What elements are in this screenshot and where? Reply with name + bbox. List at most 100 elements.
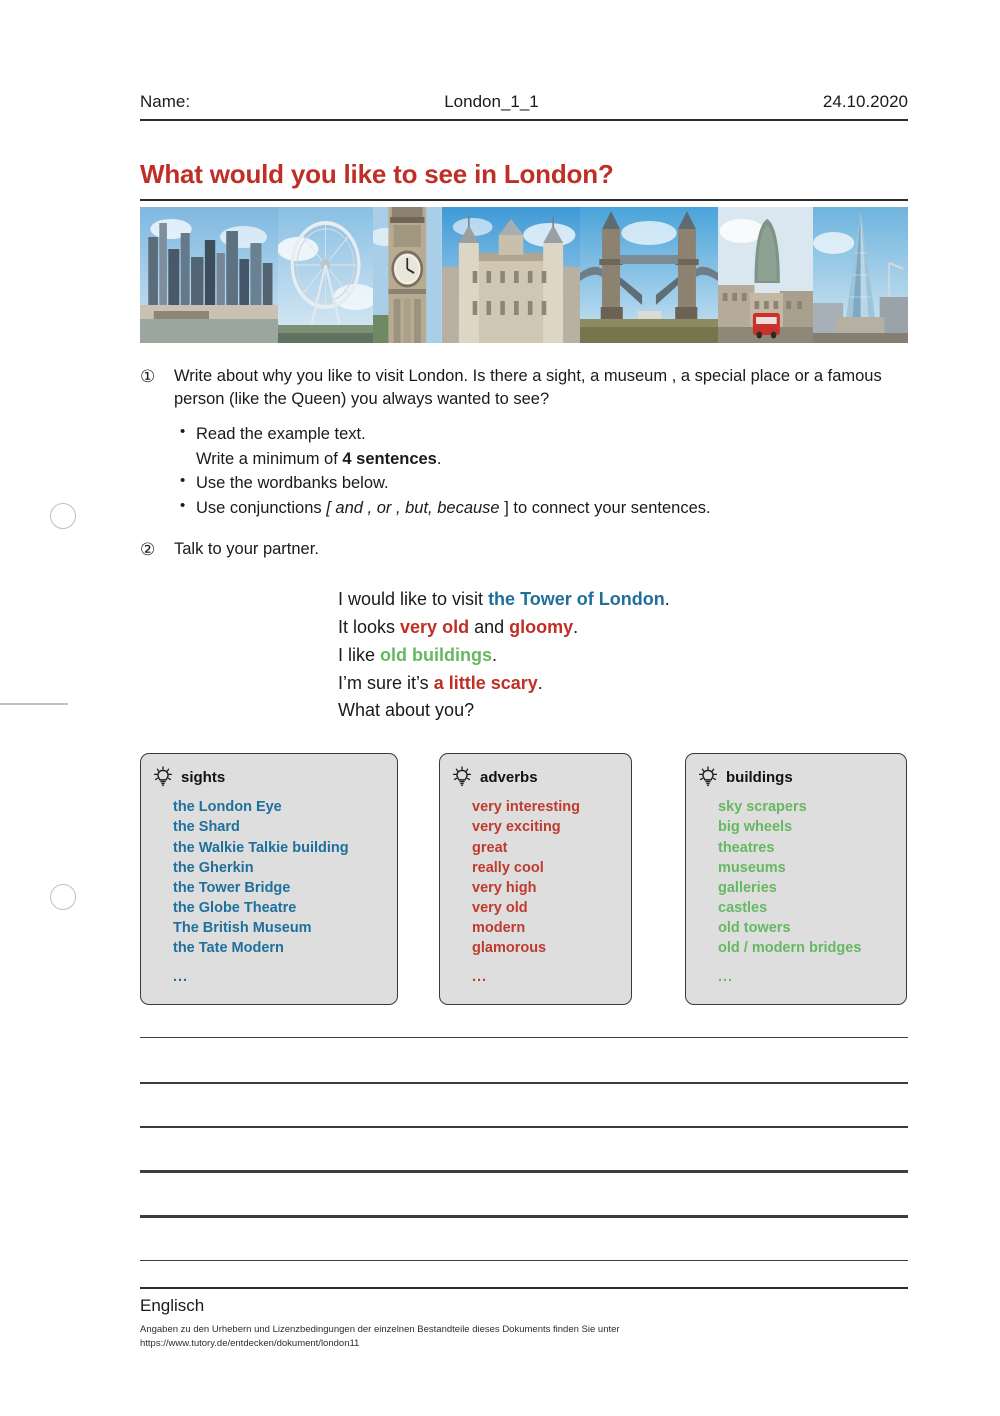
list-item: modern: [472, 920, 526, 937]
task-1-text: Write about why you like to visit London…: [174, 366, 882, 409]
wordbank-sights-list: the London Eye the Shard the Walkie Talk…: [153, 797, 383, 987]
task-1-bullets: Read the example text. Write a minimum o…: [174, 421, 908, 520]
punch-hole-bottom: [50, 884, 76, 910]
title-divider: [140, 199, 908, 201]
example-line-4: I’m sure it’s a little scary.: [338, 670, 908, 698]
example-l1-seg1: I would like to visit: [338, 588, 489, 609]
example-l3-building: old buildings: [380, 644, 492, 665]
wordbank-adverbs-header: adverbs: [452, 766, 617, 788]
example-l2-seg3: and: [469, 616, 510, 637]
wordbank-adverbs-list: very interesting very exciting great rea…: [452, 797, 617, 987]
header-divider: [140, 119, 908, 121]
lightbulb-icon: [452, 766, 472, 787]
task-2-number: ②: [140, 539, 156, 559]
document-id-label: London_1_1: [444, 92, 539, 111]
wordbank-buildings-title: buildings: [726, 768, 793, 786]
bullet-conjunctions-italic: [ and , or , but, because: [326, 498, 505, 517]
tower-bridge-photo: [579, 206, 718, 343]
list-item: the Walkie Talkie building: [173, 839, 349, 856]
list-item: very high: [472, 879, 537, 896]
list-item: glamorous: [472, 940, 547, 957]
list-item: very old: [472, 900, 528, 917]
bullet-use-wordbanks: Use the wordbanks below.: [174, 470, 908, 495]
london-eye-photo: [278, 206, 374, 343]
list-item: great: [472, 839, 508, 856]
example-l2-seg1: It looks: [338, 616, 401, 637]
example-l2-adverb2: gloomy: [509, 616, 574, 637]
task-list: ① Write about why you like to visit Lond…: [140, 365, 908, 562]
writing-lines-area[interactable]: [140, 1036, 908, 1262]
list-item: old towers: [718, 920, 791, 937]
wordbank-buildings: buildings sky scrapers big wheels theatr…: [685, 753, 907, 1005]
gherkin-photo: [717, 206, 813, 343]
example-text-block: I would like to visit the Tower of Londo…: [338, 586, 908, 725]
worksheet-footer: Englisch Angaben zu den Urhebern und Liz…: [140, 1287, 908, 1352]
bullet-min-sentences-prefix: Write a minimum of: [196, 449, 343, 468]
wordbank-group: sights the London Eye the Shard the Walk…: [140, 753, 908, 1005]
page-title: What would you like to see in London?: [140, 159, 614, 189]
footer-source-url[interactable]: https://www.tutory.de/entdecken/dokument…: [140, 1337, 908, 1351]
wordbank-buildings-header: buildings: [698, 766, 892, 788]
wordbank-sights-header: sights: [153, 766, 383, 788]
example-line-2: It looks very old and gloomy.: [338, 614, 908, 642]
lightbulb-icon: [698, 766, 718, 787]
example-l2-adverb1: very old: [400, 616, 470, 637]
bullet-min-sentences-bold: 4 sentences: [342, 449, 437, 468]
task-1-number: ①: [140, 366, 156, 386]
list-item: the Gherkin: [173, 859, 254, 876]
list-item-more: ...: [173, 969, 189, 986]
list-item: the Shard: [173, 819, 240, 836]
bullet-min-sentences-suffix: .: [436, 449, 442, 468]
list-item-more: ...: [472, 969, 488, 986]
bullet-use-wordbanks-text: Use the wordbanks below.: [196, 474, 389, 493]
bullet-conjunctions-suffix: ] to connect your sentences.: [504, 498, 711, 517]
task-2: ② Talk to your partner.: [140, 538, 908, 562]
task-2-text: Talk to your partner.: [174, 539, 319, 558]
footer-legal-notice: Angaben zu den Urhebern und Lizenzbeding…: [140, 1323, 908, 1352]
list-item: galleries: [718, 879, 777, 896]
worksheet-sheet: Name: London_1_1 24.10.2020 What would y…: [140, 0, 908, 1352]
bullet-conjunctions-prefix: Use conjunctions: [196, 498, 327, 517]
wordbank-adverbs-title: adverbs: [480, 768, 538, 786]
example-l4-seg3: .: [537, 672, 543, 693]
list-item: very exciting: [472, 819, 561, 836]
list-item: the London Eye: [173, 799, 282, 816]
footer-legal-line-1: Angaben zu den Urhebern und Lizenzbeding…: [140, 1324, 620, 1336]
list-item: very interesting: [472, 799, 580, 816]
footer-subject: Englisch: [140, 1296, 205, 1316]
bullet-read-example: Read the example text.: [174, 421, 908, 446]
example-l2-seg5: .: [573, 616, 579, 637]
example-line-3: I like old buildings.: [338, 642, 908, 670]
worksheet-header: Name: London_1_1 24.10.2020: [140, 0, 908, 112]
wordbank-sights-title: sights: [181, 768, 226, 786]
list-item-more: ...: [718, 969, 734, 986]
bullet-use-conjunctions: Use conjunctions [ and , or , but, becau…: [174, 495, 908, 520]
list-item: theatres: [718, 839, 775, 856]
task-1: ① Write about why you like to visit Lond…: [140, 365, 908, 520]
lightbulb-icon: [153, 766, 173, 787]
example-l4-adverb: a little scary: [433, 672, 538, 693]
list-item: The British Museum: [173, 920, 312, 937]
example-l3-seg3: .: [492, 644, 498, 665]
list-item: the Tower Bridge: [173, 879, 291, 896]
list-item: museums: [718, 859, 786, 876]
list-item: sky scrapers: [718, 799, 807, 816]
wordbank-adverbs: adverbs very interesting very exciting g…: [439, 753, 632, 1005]
writing-line-6[interactable]: [140, 1259, 908, 1262]
punch-hole-top: [50, 503, 76, 529]
big-ben-photo: [373, 206, 442, 343]
example-line-1: I would like to visit the Tower of Londo…: [338, 586, 908, 614]
example-l3-seg1: I like: [338, 644, 381, 665]
city-skyline-photo: [140, 206, 278, 343]
london-photo-strip: [140, 206, 908, 343]
footer-divider: [140, 1287, 908, 1290]
shard-photo: [812, 206, 908, 343]
list-item: the Globe Theatre: [173, 900, 297, 917]
example-l1-sight: the Tower of London: [488, 588, 665, 609]
list-item: the Tate Modern: [173, 940, 284, 957]
tower-of-london-photo: [441, 206, 580, 343]
example-line-5: What about you?: [338, 700, 475, 721]
wordbank-sights: sights the London Eye the Shard the Walk…: [140, 753, 398, 1005]
list-item: old / modern bridges: [718, 940, 862, 957]
list-item: really cool: [472, 859, 544, 876]
